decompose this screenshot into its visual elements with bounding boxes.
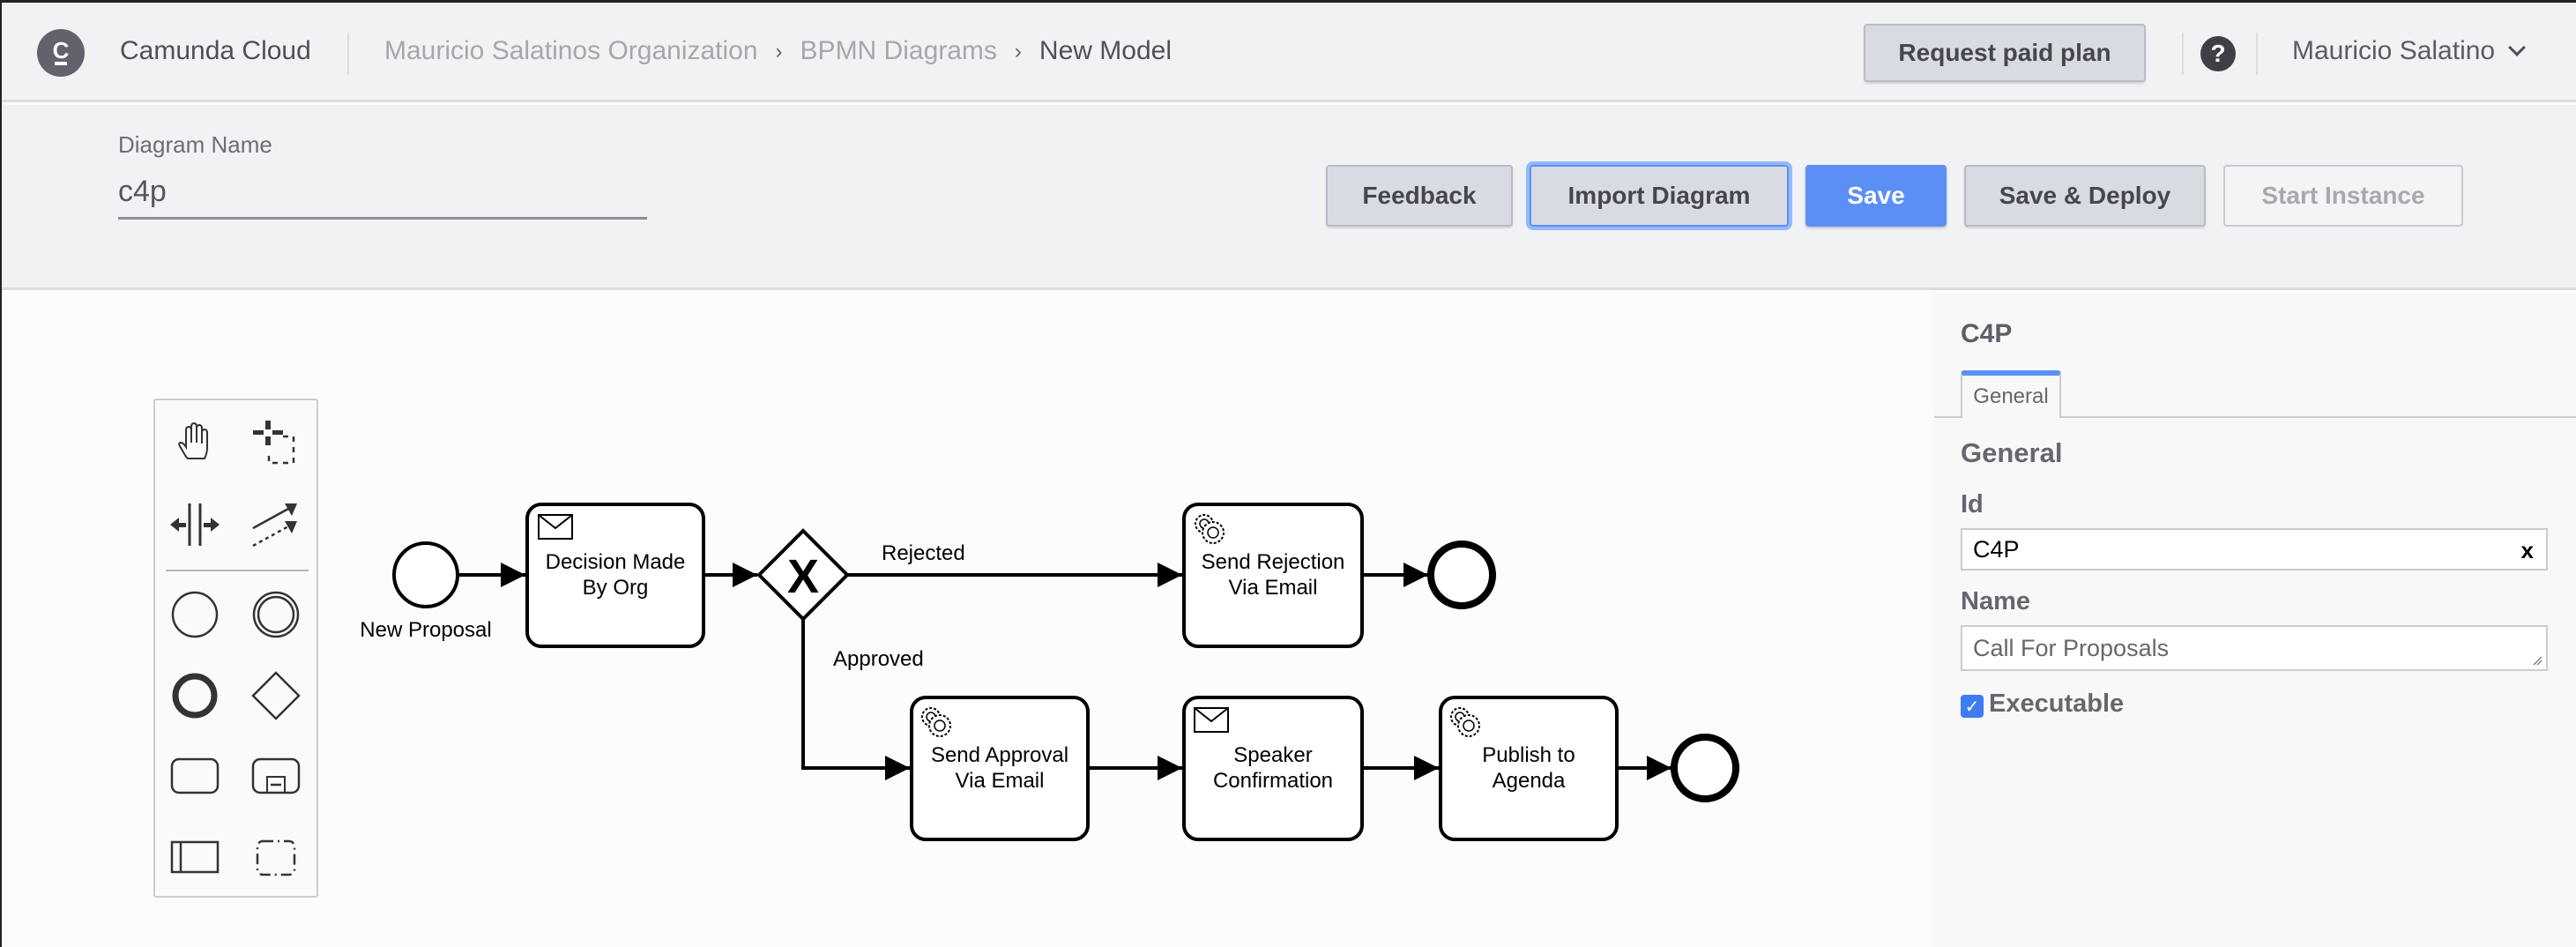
chevron-down-icon: [2508, 39, 2527, 56]
import-diagram-button[interactable]: Import Diagram: [1526, 161, 1792, 230]
feedback-button[interactable]: Feedback: [1326, 165, 1513, 227]
nav-divider: [347, 33, 349, 75]
request-paid-plan-button[interactable]: Request paid plan: [1864, 24, 2146, 82]
task-send-rejection[interactable]: Send Rejection Via Email: [1182, 503, 1364, 648]
task-label-line: Send Approval: [931, 743, 1068, 767]
envelope-icon: [538, 514, 573, 540]
logo-letter: C: [52, 36, 70, 63]
brand-name[interactable]: Camunda Cloud: [120, 36, 311, 66]
id-input[interactable]: C4P x: [1961, 528, 2548, 570]
breadcrumb-separator: ›: [775, 40, 783, 63]
task-label-line: Publish to: [1482, 743, 1575, 767]
diagram-name-label: Diagram Name: [118, 131, 272, 158]
breadcrumb-current: New Model: [1039, 36, 1172, 65]
task-label-line: Send Rejection: [1202, 550, 1345, 574]
save-button[interactable]: Save: [1805, 165, 1947, 227]
breadcrumb-bpmn-diagrams[interactable]: BPMN Diagrams: [800, 36, 997, 68]
task-label-line: Via Email: [1229, 576, 1318, 600]
task-label-line: Via Email: [956, 769, 1045, 793]
bpmn-canvas[interactable]: New Proposal Decision Made By Org X Reje…: [2, 293, 1934, 947]
id-value: C4P: [1973, 535, 2020, 563]
task-decision-made[interactable]: Decision Made By Org: [525, 503, 705, 648]
executable-checkbox[interactable]: ✓: [1961, 695, 1984, 718]
end-event-approved[interactable]: [1671, 734, 1739, 802]
user-menu[interactable]: Mauricio Salatino: [2292, 36, 2527, 66]
end-event-rejected[interactable]: [1427, 541, 1496, 609]
start-event[interactable]: [392, 541, 459, 608]
tab-general[interactable]: General: [1961, 370, 2061, 418]
diagram-toolbar: Diagram Name Feedback Import Diagram Sav…: [2, 105, 2576, 290]
resize-handle-icon[interactable]: [2532, 655, 2542, 666]
logo-bar: [55, 61, 67, 65]
task-label-line: Decision Made: [546, 550, 686, 574]
properties-panel: C4P General General Id C4P x Name Call F…: [1934, 293, 2576, 947]
section-title-general: General: [1961, 437, 2063, 468]
bpmn-diagram: New Proposal Decision Made By Org X Reje…: [360, 503, 1739, 841]
breadcrumb: Mauricio Salatinos Organization › BPMN D…: [384, 36, 1172, 68]
nav-divider: [2182, 33, 2184, 75]
nav-divider: [2256, 33, 2258, 75]
name-value: Call For Proposals: [1973, 634, 2170, 661]
task-send-approval[interactable]: Send Approval Via Email: [910, 696, 1090, 841]
name-label: Name: [1961, 587, 2030, 615]
task-label-line: Agenda: [1493, 769, 1566, 793]
help-icon[interactable]: ?: [2200, 36, 2236, 71]
save-deploy-button[interactable]: Save & Deploy: [1964, 165, 2206, 227]
properties-title: C4P: [1961, 319, 2013, 348]
breadcrumb-organization[interactable]: Mauricio Salatinos Organization: [384, 36, 758, 68]
id-label: Id: [1961, 490, 1984, 518]
start-instance-button: Start Instance: [2223, 165, 2463, 227]
clear-icon[interactable]: x: [2521, 537, 2534, 564]
flow-label-approved: Approved: [833, 647, 924, 671]
camunda-logo-icon[interactable]: C: [37, 29, 85, 77]
gateway-x-marker: X: [787, 550, 819, 603]
task-label-line: Confirmation: [1213, 769, 1333, 793]
diagram-name-input[interactable]: [118, 167, 647, 220]
name-textarea[interactable]: Call For Proposals: [1961, 625, 2548, 671]
task-publish-agenda[interactable]: Publish to Agenda: [1439, 696, 1619, 841]
breadcrumb-separator: ›: [1014, 40, 1022, 63]
envelope-icon: [1194, 707, 1229, 733]
task-label-line: By Org: [583, 576, 649, 600]
top-navigation: C Camunda Cloud Mauricio Salatinos Organ…: [2, 3, 2576, 102]
user-name: Mauricio Salatino: [2292, 36, 2496, 65]
executable-label: Executable: [1989, 690, 2125, 718]
exclusive-gateway[interactable]: X: [756, 528, 850, 622]
sequence-flow-approved[interactable]: [801, 619, 910, 780]
task-label-line: Speaker: [1233, 743, 1312, 767]
start-event-label: New Proposal: [360, 618, 491, 642]
flow-label-rejected: Rejected: [882, 541, 965, 565]
task-speaker-confirmation[interactable]: Speaker Confirmation: [1182, 696, 1364, 841]
